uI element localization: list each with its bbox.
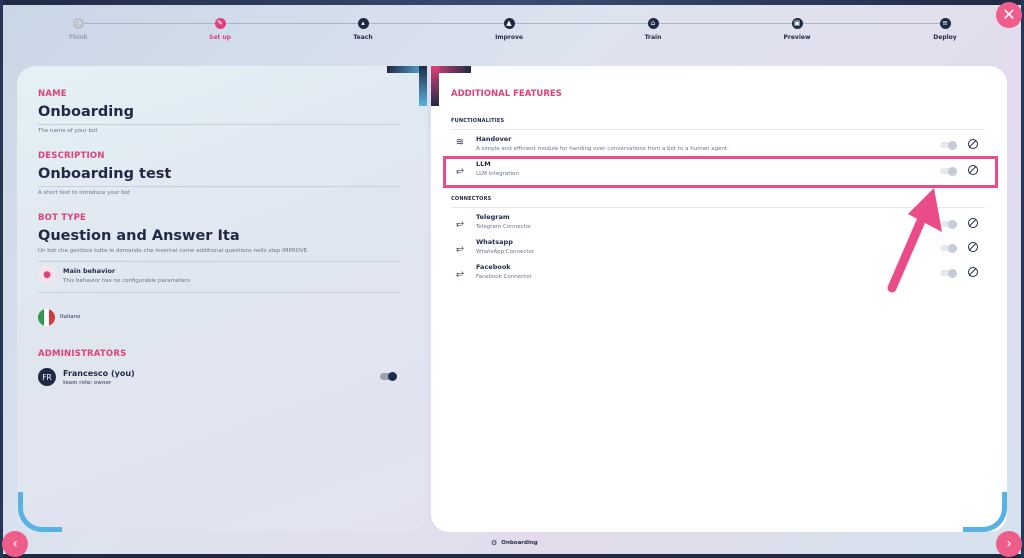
chevron-left-icon: ‹ <box>12 536 18 552</box>
window-left-border <box>0 0 3 558</box>
field-underline <box>38 261 400 262</box>
step-think[interactable]: ◷ Think <box>38 18 118 41</box>
pointer-arrow-annotation <box>887 188 942 293</box>
deploy-icon: ≡ <box>939 18 951 29</box>
bot-name-field[interactable]: Onboarding <box>38 104 134 120</box>
close-button[interactable]: ✕ <box>996 2 1022 28</box>
group-divider <box>451 129 985 130</box>
admin-toggle[interactable] <box>380 371 397 381</box>
field-underline <box>38 292 400 293</box>
admin-name: Francesco (you) <box>63 369 135 378</box>
step-label: Improve <box>495 34 523 41</box>
description-section-title: DESCRIPTION <box>38 151 105 161</box>
feature-desc-telegram: Telegram Connector <box>476 224 532 230</box>
previous-step-button[interactable]: ‹ <box>2 531 28 557</box>
step-label: Preview <box>783 34 811 41</box>
current-bot-indicator: ⚙ Onboarding <box>491 539 538 547</box>
disable-icon[interactable] <box>968 139 978 149</box>
next-step-button[interactable]: › <box>996 531 1022 557</box>
bot-type-value: Question and Answer Ita <box>38 228 240 244</box>
feature-name-telegram: Telegram <box>476 213 510 221</box>
handover-toggle[interactable] <box>940 140 957 150</box>
pencil-icon: ✎ <box>214 18 226 29</box>
step-teach[interactable]: ▴ Teach <box>323 18 403 41</box>
functionalities-label: FUNCTIONALITIES <box>451 118 505 124</box>
avatar: FR <box>38 368 56 386</box>
plug-icon: ⥂ <box>456 243 464 254</box>
plug-icon: ⥂ <box>456 218 464 229</box>
step-label: Deploy <box>933 34 957 41</box>
handshake-icon: ≋ <box>455 137 465 148</box>
field-underline <box>38 124 400 125</box>
triangle-icon: ▲ <box>503 18 515 29</box>
dumbbell-icon: ⌂ <box>647 18 659 29</box>
window-top-border <box>0 0 1024 5</box>
feature-desc-whatsapp: WhatsApp Connector <box>476 249 535 255</box>
step-train[interactable]: ⌂ Train <box>613 18 693 41</box>
current-bot-name: Onboarding <box>501 540 538 546</box>
feature-name-facebook: Facebook <box>476 263 511 271</box>
main-behavior-subtitle: This behavior has no configurable parame… <box>63 278 190 284</box>
description-hint: A short text to introduce your bot <box>38 190 131 196</box>
step-label: Think <box>68 34 88 41</box>
step-label: Teach <box>353 34 373 41</box>
chevron-right-icon: › <box>1006 536 1012 552</box>
additional-features-panel <box>431 66 1007 532</box>
bot-description-field[interactable]: Onboarding test <box>38 166 171 182</box>
gear-icon: ⚙ <box>491 539 498 547</box>
panel-corner-decoration <box>419 66 427 106</box>
graduation-cap-icon: ▴ <box>357 18 369 29</box>
administrators-section-title: ADMINISTRATORS <box>38 349 127 359</box>
step-label: Train <box>644 34 662 41</box>
panel-corner-decoration <box>431 66 439 106</box>
step-deploy[interactable]: ≡ Deploy <box>905 18 985 41</box>
step-improve[interactable]: ▲ Improve <box>469 18 549 41</box>
bot-settings-panel <box>17 66 427 532</box>
name-hint: The name of your bot <box>38 128 98 134</box>
admin-role: team role: owner <box>63 380 112 386</box>
language-label: Italiano <box>60 314 81 320</box>
italy-flag-icon <box>38 309 55 326</box>
bot-type-section-title: BOT TYPE <box>38 213 87 223</box>
additional-features-title: ADDITIONAL FEATURES <box>451 89 562 99</box>
bot-type-hint: Un bot che gestisce tutte le domande che… <box>38 248 309 254</box>
main-behavior-title: Main behavior <box>63 267 116 275</box>
feature-name-handover: Handover <box>476 135 512 143</box>
window-bottom-border <box>0 554 1024 558</box>
wizard-stepper: ◷ Think ✎ Set up ▴ Teach ▲ Improve ⌂ Tra… <box>20 14 1000 50</box>
preview-icon: ▣ <box>791 18 803 29</box>
step-label: Set up <box>209 34 231 41</box>
step-set-up[interactable]: ✎ Set up <box>180 18 260 41</box>
feature-desc-facebook: Facebook Connector <box>476 274 532 280</box>
step-preview[interactable]: ▣ Preview <box>757 18 837 41</box>
feature-desc-handover: A simple and efficient module for handin… <box>476 146 729 152</box>
plug-icon: ⥂ <box>456 268 464 279</box>
field-underline <box>38 186 400 187</box>
name-section-title: NAME <box>38 89 67 99</box>
clock-icon: ◷ <box>72 18 84 29</box>
close-icon: ✕ <box>1002 5 1016 24</box>
connectors-label: CONNECTORS <box>451 196 492 202</box>
feature-name-whatsapp: Whatsapp <box>476 238 513 246</box>
brain-icon: ● <box>38 266 56 284</box>
